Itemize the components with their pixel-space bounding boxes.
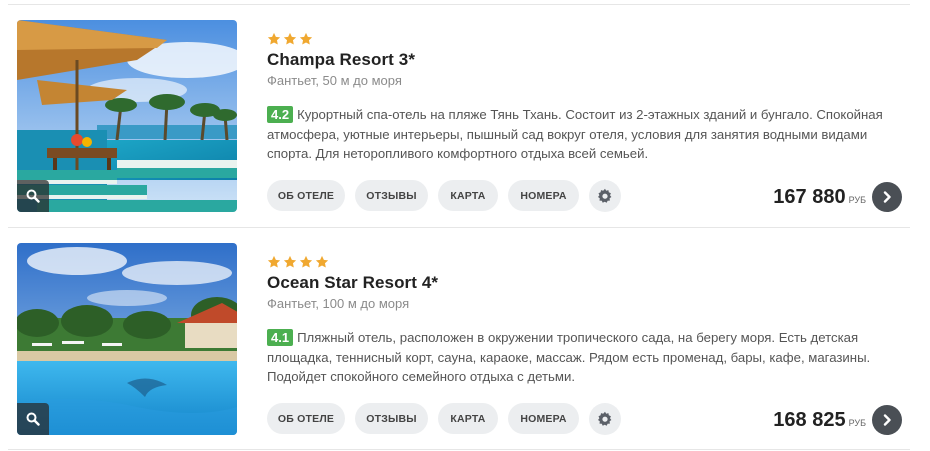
rating-badge: 4.1: [267, 329, 294, 346]
hotel-name[interactable]: Champa Resort 3*: [267, 50, 415, 70]
settings-button[interactable]: [589, 403, 621, 435]
price-value: 167 880: [773, 186, 846, 208]
hotel-photo[interactable]: [17, 243, 237, 435]
about-hotel-button[interactable]: ОБ ОТЕЛЕ: [267, 403, 345, 434]
zoom-button[interactable]: [17, 403, 49, 435]
gear-icon: [598, 411, 612, 426]
magnifier-icon: [26, 189, 40, 203]
hotel-description: 4.1 Пляжный отель, расположен в окружении…: [267, 328, 897, 387]
star-icon: [283, 32, 297, 45]
hotel-description: 4.2 Курортный спа-отель на пляже Тянь Тха…: [267, 105, 897, 164]
reviews-button[interactable]: ОТЗЫВЫ: [355, 403, 428, 434]
rating-badge: 4.2: [267, 106, 294, 123]
price-currency: РУБ: [848, 418, 866, 428]
price: 168 825 РУБ: [773, 409, 866, 432]
chevron-right-icon: [883, 191, 891, 203]
hotel-photo[interactable]: [17, 20, 237, 212]
hotel-photo-image: [17, 243, 237, 435]
star-icon: [283, 255, 297, 268]
open-hotel-button[interactable]: [872, 182, 902, 212]
star-icon: [267, 255, 281, 268]
map-button[interactable]: КАРТА: [438, 403, 498, 434]
price-value: 168 825: [773, 409, 846, 431]
star-icon: [315, 255, 329, 268]
zoom-button[interactable]: [17, 180, 49, 212]
hotel-name[interactable]: Ocean Star Resort 4*: [267, 273, 438, 293]
star-icon: [299, 32, 313, 45]
hotel-card: Champa Resort 3* Фантьет, 50 м до моря 4…: [0, 5, 930, 227]
gear-icon: [598, 188, 612, 203]
magnifier-icon: [26, 412, 40, 426]
about-hotel-button[interactable]: ОБ ОТЕЛЕ: [267, 180, 345, 211]
rooms-button[interactable]: НОМЕРА: [508, 180, 579, 211]
star-rating: [267, 255, 329, 269]
bottom-divider: [8, 449, 910, 450]
hotel-location: Фантьет, 100 м до моря: [267, 296, 410, 311]
hotel-photo-image: [17, 20, 237, 212]
chevron-right-icon: [883, 414, 891, 426]
star-rating: [267, 32, 313, 46]
settings-button[interactable]: [589, 180, 621, 212]
description-text: Курортный спа-отель на пляже Тянь Тхань.…: [267, 107, 883, 161]
hotel-card: Ocean Star Resort 4* Фантьет, 100 м до м…: [0, 228, 930, 450]
star-icon: [299, 255, 313, 268]
open-hotel-button[interactable]: [872, 405, 902, 435]
hotel-location: Фантьет, 50 м до моря: [267, 73, 402, 88]
price-currency: РУБ: [848, 195, 866, 205]
description-text: Пляжный отель, расположен в окружении тр…: [267, 330, 871, 384]
price: 167 880 РУБ: [773, 186, 866, 209]
map-button[interactable]: КАРТА: [438, 180, 498, 211]
reviews-button[interactable]: ОТЗЫВЫ: [355, 180, 428, 211]
star-icon: [267, 32, 281, 45]
rooms-button[interactable]: НОМЕРА: [508, 403, 579, 434]
